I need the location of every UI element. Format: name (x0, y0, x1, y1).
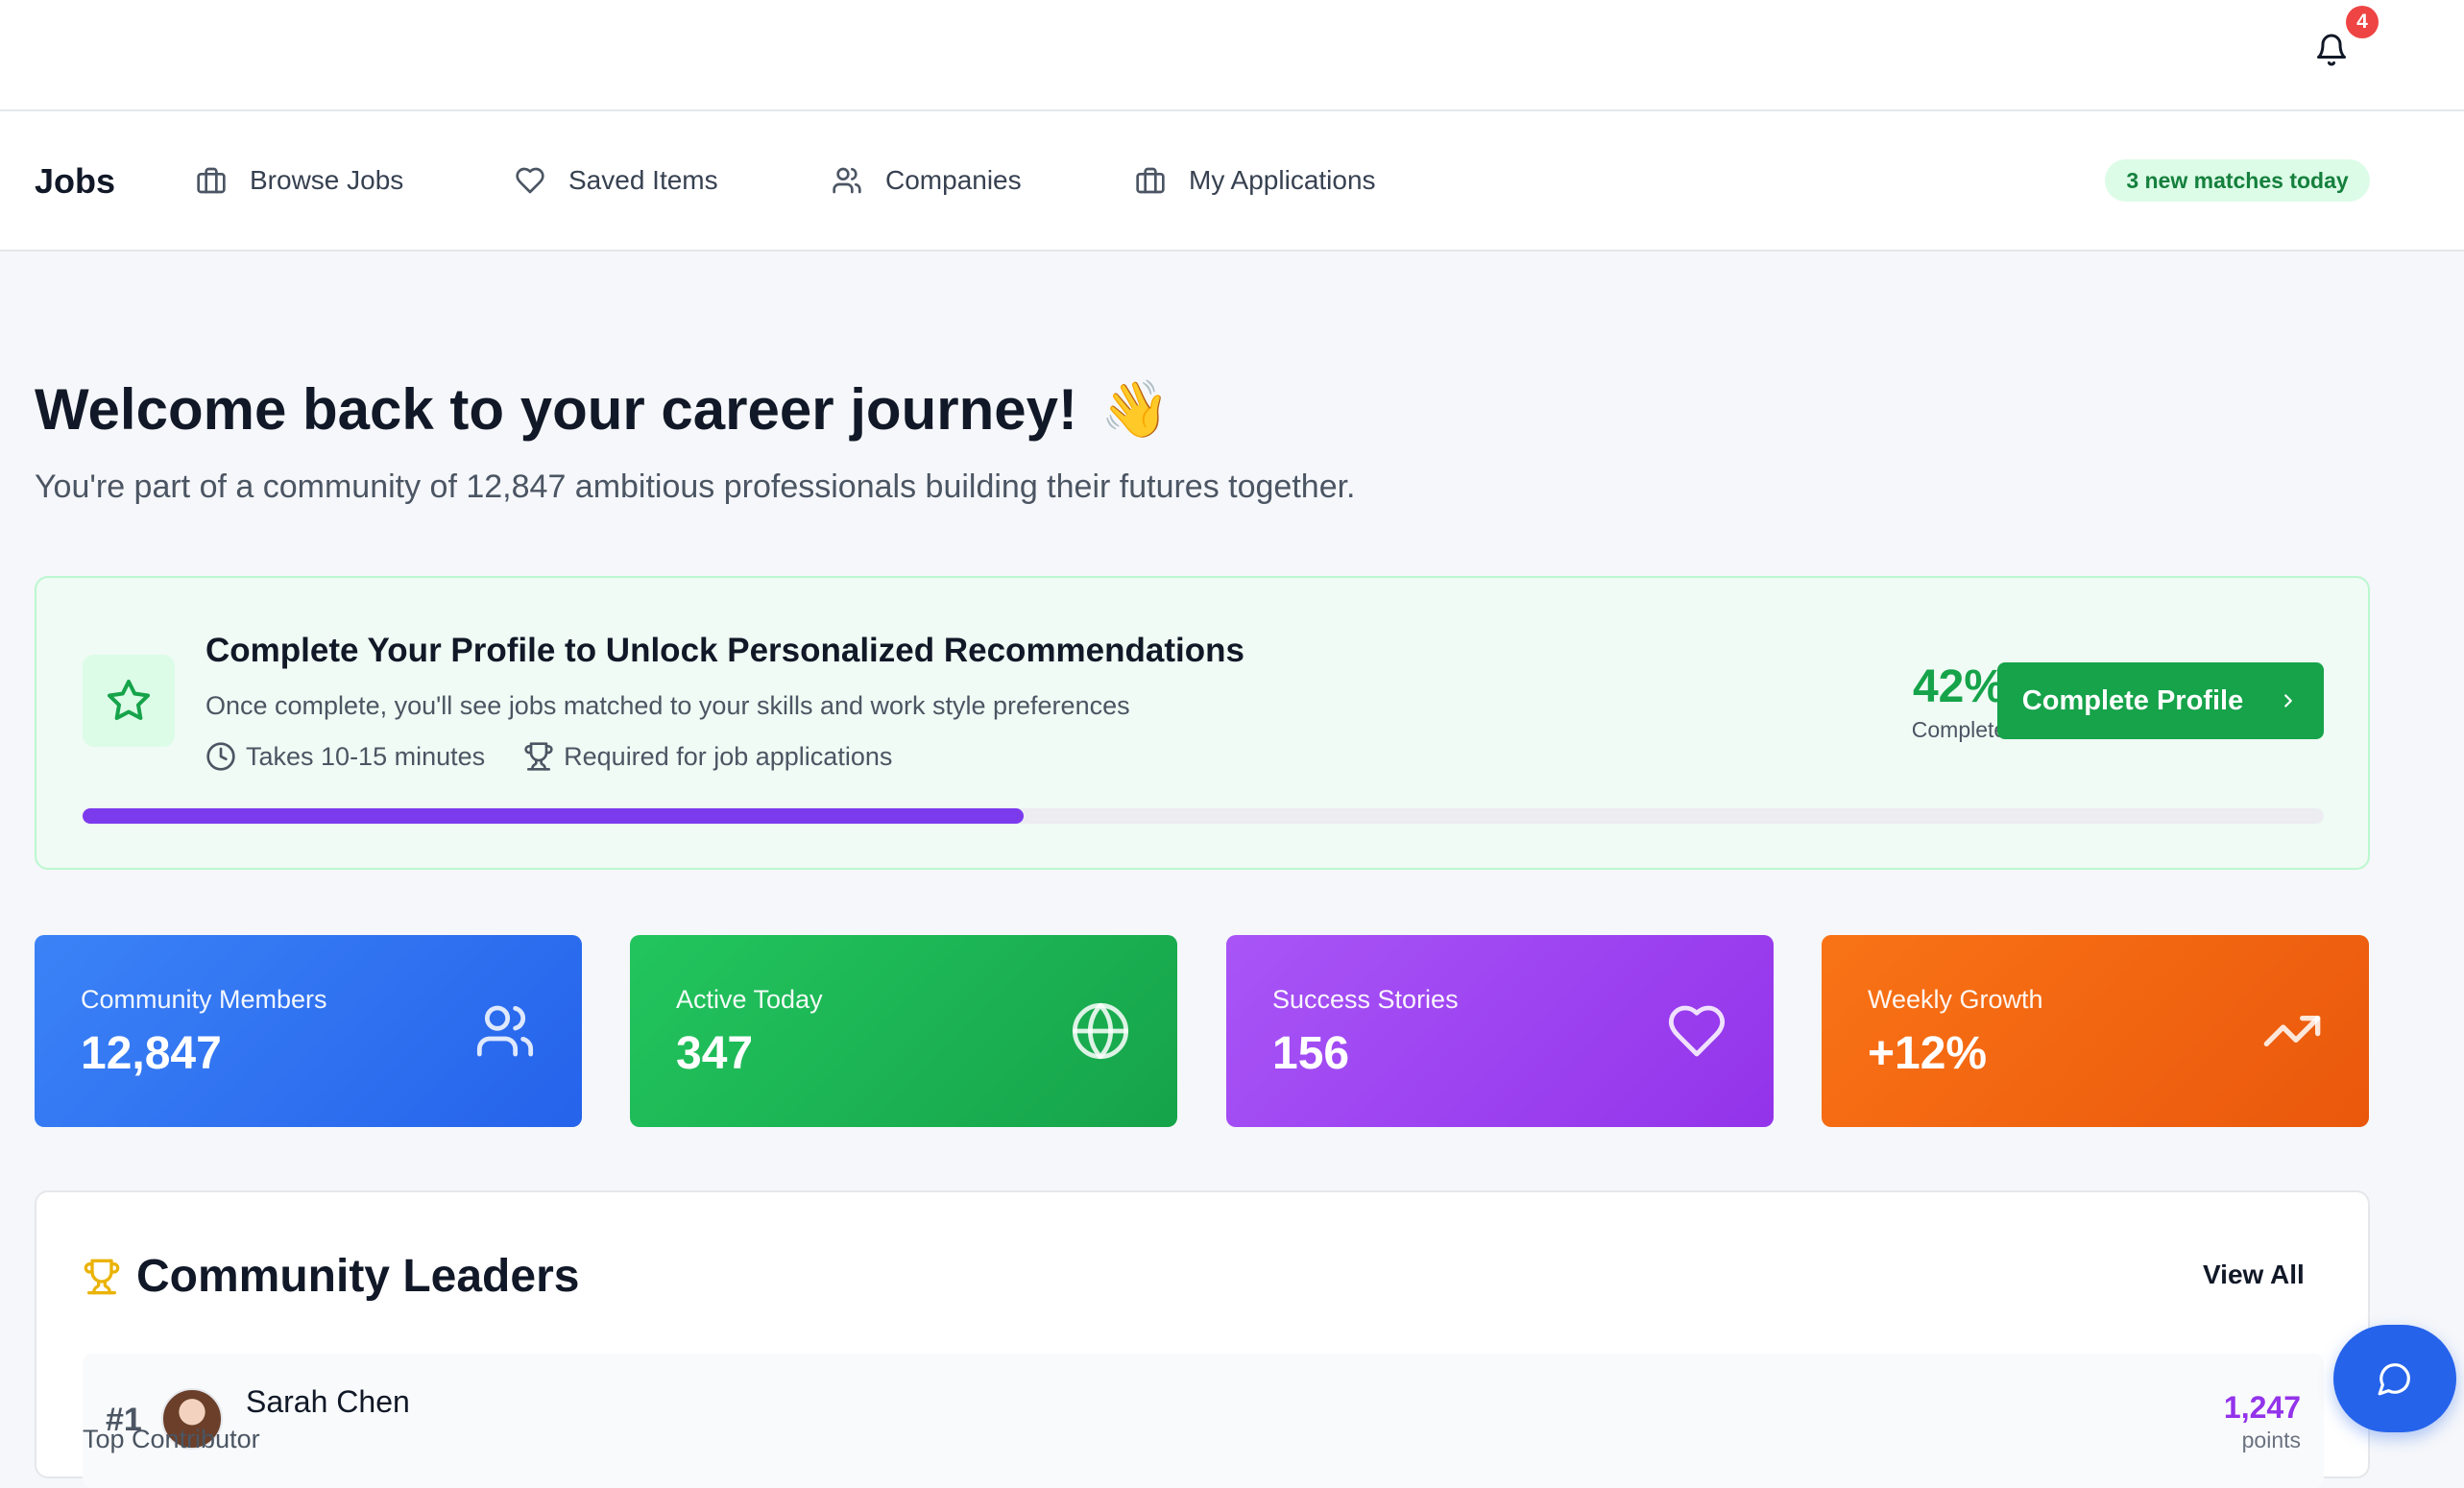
leader-points-value: 1,247 (2223, 1390, 2301, 1425)
stat-label: Active Today (676, 985, 823, 1014)
profile-card-title: Complete Your Profile to Unlock Personal… (205, 632, 1244, 669)
heart-icon (1668, 1005, 1726, 1057)
stat-card-active-today[interactable]: Active Today 347 (630, 935, 1177, 1127)
view-all-link[interactable]: View All (2203, 1260, 2305, 1290)
nav-my-applications[interactable]: My Applications (1135, 157, 1376, 204)
stat-label: Weekly Growth (1868, 985, 2043, 1014)
leader-points: 1,247 points (2224, 1390, 2301, 1453)
leader-row[interactable]: #1 Sarah Chen Top Contributor 1,247 poin… (83, 1354, 2324, 1488)
stat-value: 156 (1272, 1028, 1350, 1079)
waving-hand-emoji: 👋 (1099, 377, 1171, 441)
leader-name: Sarah Chen (246, 1384, 410, 1419)
leader-points-label: points (2241, 1428, 2301, 1452)
heart-icon (516, 167, 544, 194)
time-estimate: Takes 10-15 minutes (205, 741, 485, 772)
complete-profile-label: Complete Profile (2021, 684, 2244, 716)
bell-icon (2317, 34, 2346, 66)
community-leaders-panel: Community Leaders View All #1 Sarah Chen… (35, 1190, 2370, 1488)
top-bar: 4 (0, 0, 2464, 111)
welcome-heading: Welcome back to your career journey! (35, 377, 1077, 442)
profile-progress-fill (83, 808, 1025, 824)
profile-icon-box (83, 655, 175, 747)
notifications-button[interactable] (2314, 31, 2349, 69)
main-nav: Jobs Browse Jobs Saved Items Companies M… (0, 111, 2464, 252)
clock-icon (206, 742, 235, 771)
stat-card-weekly-growth[interactable]: Weekly Growth +12% (1822, 935, 2369, 1127)
page-subtitle: You're part of a community of 12,847 amb… (35, 468, 1356, 505)
nav-label: My Applications (1189, 165, 1376, 195)
stat-card-community-members[interactable]: Community Members 12,847 (35, 935, 582, 1127)
briefcase-icon (1136, 167, 1165, 194)
globe-icon (1072, 1002, 1129, 1060)
users-icon (833, 167, 861, 194)
stat-value: 12,847 (81, 1028, 222, 1079)
leader-role: Top Contributor (83, 1425, 260, 1453)
chat-button[interactable] (2333, 1325, 2456, 1432)
trophy-icon (84, 1259, 120, 1294)
community-leaders-title: Community Leaders (136, 1251, 580, 1302)
time-estimate-text: Takes 10-15 minutes (246, 741, 486, 771)
stat-value: +12% (1868, 1028, 1988, 1079)
briefcase-icon (197, 167, 226, 194)
profile-progress-bar (83, 808, 2324, 824)
star-icon (108, 680, 150, 721)
new-matches-badge[interactable]: 3 new matches today (2105, 159, 2370, 202)
nav-label: Companies (885, 165, 1022, 195)
nav-label: Saved Items (568, 165, 718, 195)
notification-count-badge: 4 (2346, 6, 2379, 38)
trending-up-icon (2263, 1016, 2321, 1046)
stat-value: 347 (676, 1028, 754, 1079)
profile-card-meta: Takes 10-15 minutes Required for job app… (205, 741, 892, 772)
users-icon (476, 1005, 534, 1057)
brand-title[interactable]: Jobs (35, 161, 115, 202)
stat-card-success-stories[interactable]: Success Stories 156 (1226, 935, 1774, 1127)
nav-label: Browse Jobs (250, 165, 404, 195)
stat-label: Community Members (81, 985, 327, 1014)
stat-label: Success Stories (1272, 985, 1459, 1014)
profile-card-description: Once complete, you'll see jobs matched t… (205, 691, 1130, 720)
message-circle-icon (2378, 1363, 2410, 1396)
nav-saved-items[interactable]: Saved Items (515, 157, 718, 204)
requirement-note-text: Required for job applications (564, 741, 893, 771)
profile-completion-card: Complete Your Profile to Unlock Personal… (35, 576, 2370, 870)
chevron-right-icon (2284, 694, 2293, 708)
nav-browse-jobs[interactable]: Browse Jobs (196, 157, 403, 204)
complete-profile-button[interactable]: Complete Profile (1997, 662, 2324, 739)
nav-companies[interactable]: Companies (832, 157, 1022, 204)
trophy-icon (524, 742, 553, 771)
community-leaders-heading: Community Leaders (83, 1250, 579, 1303)
page-title: Welcome back to your career journey! 👋 (35, 376, 1170, 443)
requirement-note: Required for job applications (523, 741, 892, 772)
